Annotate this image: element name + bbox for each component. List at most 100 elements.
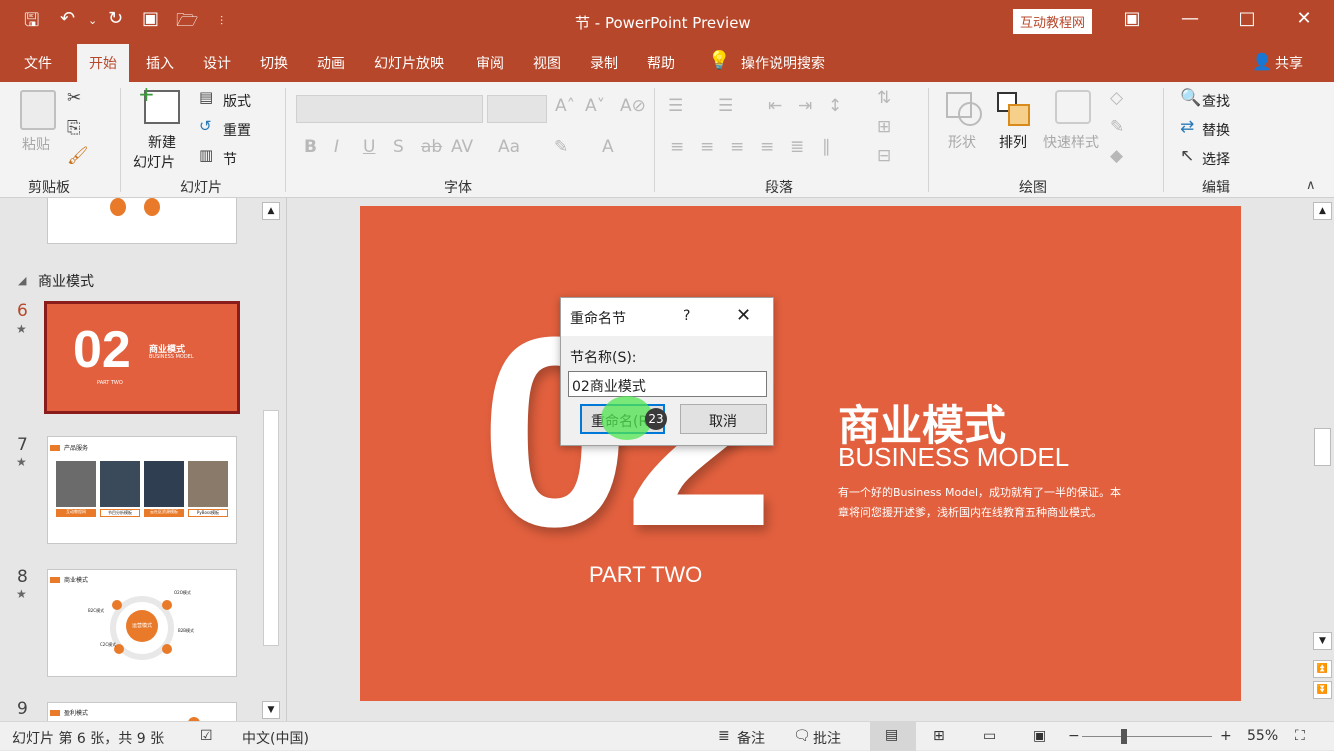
decrease-indent-icon[interactable]: ⇤: [768, 96, 782, 116]
slide-part-label[interactable]: PART TWO: [589, 562, 702, 588]
select-icon[interactable]: ↖: [1180, 146, 1194, 166]
format-painter-icon[interactable]: 🖌: [67, 146, 89, 166]
text-direction-icon[interactable]: ⇅: [877, 88, 891, 108]
new-slide-icon[interactable]: +: [138, 82, 180, 124]
scrollbar-thumb[interactable]: [263, 410, 279, 646]
open-folder-icon[interactable]: 🗁: [176, 8, 198, 38]
paste-icon[interactable]: [20, 90, 56, 130]
scroll-down-icon[interactable]: ▼: [262, 701, 280, 719]
zoom-slider[interactable]: [1082, 736, 1212, 737]
reset-icon[interactable]: ↺: [199, 117, 212, 135]
slideshow-icon[interactable]: ▣: [1033, 728, 1046, 744]
shape-outline-icon[interactable]: ✎: [1110, 117, 1124, 137]
tab-home[interactable]: 开始: [77, 44, 129, 82]
spellcheck-icon[interactable]: ☑: [200, 728, 213, 744]
section-button[interactable]: 节: [223, 149, 237, 169]
scroll-up-icon[interactable]: ▲: [262, 202, 280, 220]
slide-canvas[interactable]: 02 PART TWO 商业模式 BUSINESS MODEL 有一个好的Bus…: [360, 206, 1241, 701]
section-name-input[interactable]: 02商业模式: [568, 371, 767, 397]
quick-styles-icon[interactable]: [1055, 90, 1091, 124]
scrollbar-thumb[interactable]: [1314, 428, 1331, 466]
underline-icon[interactable]: U: [363, 137, 375, 157]
tab-insert[interactable]: 插入: [146, 53, 174, 73]
scroll-down-icon[interactable]: ▼: [1313, 632, 1332, 650]
change-case-icon[interactable]: Aa: [498, 137, 520, 157]
zoom-level[interactable]: 55%: [1247, 728, 1278, 744]
bullets-icon[interactable]: ☰: [668, 96, 683, 116]
zoom-out-icon[interactable]: −: [1068, 728, 1080, 744]
tab-slideshow[interactable]: 幻灯片放映: [374, 53, 444, 73]
slide-subtitle[interactable]: BUSINESS MODEL: [838, 442, 1069, 473]
slide-thumbnail-9[interactable]: 盈利模式: [47, 702, 237, 721]
customize-qat-icon[interactable]: ⫶: [220, 14, 223, 29]
shape-effects-icon[interactable]: ◆: [1110, 146, 1123, 166]
replace-icon[interactable]: ⇄: [1180, 117, 1194, 137]
ribbon-display-icon[interactable]: ▣: [1117, 8, 1147, 29]
align-text-icon[interactable]: ⊞: [877, 117, 891, 137]
redo-icon[interactable]: ↻: [108, 8, 123, 29]
language-indicator[interactable]: 中文(中国): [242, 728, 309, 748]
copy-icon[interactable]: ⎘: [67, 118, 81, 138]
zoom-slider-thumb[interactable]: [1121, 729, 1127, 744]
replace-button[interactable]: 替换: [1202, 120, 1230, 140]
dialog-close-icon[interactable]: ✕: [736, 305, 751, 326]
cut-icon[interactable]: ✂: [67, 88, 81, 108]
notes-icon[interactable]: ≣: [718, 728, 730, 744]
save-icon[interactable]: 🖫: [24, 8, 39, 38]
slide-sorter-icon[interactable]: ⊞: [933, 728, 945, 744]
align-left-icon[interactable]: ≡: [670, 137, 684, 157]
reading-view-icon[interactable]: ▭: [983, 728, 996, 744]
align-center-icon[interactable]: ≡: [700, 137, 714, 157]
tell-me-search[interactable]: 操作说明搜索: [741, 53, 825, 73]
shadow-icon[interactable]: S: [393, 137, 404, 157]
clear-format-icon[interactable]: A⊘: [620, 96, 646, 116]
tab-help[interactable]: 帮助: [647, 53, 675, 73]
share-icon[interactable]: 👤: [1252, 52, 1272, 71]
fit-to-window-icon[interactable]: ⛶: [1295, 728, 1305, 744]
previous-slide-icon[interactable]: ⏫: [1313, 660, 1332, 678]
bold-icon[interactable]: B: [304, 137, 317, 157]
find-button[interactable]: 查找: [1202, 91, 1230, 111]
arrange-button[interactable]: 排列: [999, 132, 1027, 152]
scroll-up-icon[interactable]: ▲: [1313, 202, 1332, 220]
present-icon[interactable]: ▣: [142, 8, 159, 29]
smartart-icon[interactable]: ⊟: [877, 146, 891, 166]
slide-thumbnail-8[interactable]: 商业模式 运营模式 B2C模式 O2O模式 C2C模式 B2B模式: [47, 569, 237, 677]
distribute-icon[interactable]: ≣: [790, 137, 804, 157]
highlight-icon[interactable]: ✎: [554, 137, 568, 157]
find-icon[interactable]: 🔍: [1180, 88, 1201, 108]
minimize-icon[interactable]: —: [1175, 8, 1205, 29]
slide-thumbnail-5[interactable]: [47, 198, 237, 244]
slide-description-line-1[interactable]: 有一个好的Business Model，成功就有了一半的保证。本: [838, 484, 1121, 500]
layout-button[interactable]: 版式: [223, 91, 251, 111]
reset-button[interactable]: 重置: [223, 120, 251, 140]
line-spacing-icon[interactable]: ↕: [828, 96, 842, 116]
slide-thumbnail-7[interactable]: 产品服务 互动教程网 节目分析模板 云社区资源模板 PyBoss模板: [47, 436, 237, 544]
thumbnails-scrollbar[interactable]: ▲ ▼: [262, 200, 280, 720]
quick-styles-button[interactable]: 快速样式: [1043, 132, 1099, 152]
italic-icon[interactable]: I: [334, 137, 339, 157]
new-slide-label-2[interactable]: 幻灯片: [133, 152, 175, 172]
pane-divider[interactable]: [286, 198, 287, 721]
layout-icon[interactable]: ▤: [199, 88, 213, 106]
font-name-select[interactable]: [296, 95, 483, 123]
tab-record[interactable]: 录制: [590, 53, 618, 73]
font-color-icon[interactable]: A: [602, 137, 614, 157]
cancel-button[interactable]: 取消: [680, 404, 767, 434]
char-spacing-icon[interactable]: AV: [451, 137, 473, 157]
columns-icon[interactable]: ∥: [822, 137, 831, 157]
comments-button[interactable]: 批注: [813, 728, 841, 748]
new-slide-label-1[interactable]: 新建: [148, 132, 176, 152]
share-button[interactable]: 共享: [1275, 53, 1303, 73]
decrease-font-icon[interactable]: A˅: [585, 96, 605, 116]
font-size-select[interactable]: [487, 95, 547, 123]
normal-view-button[interactable]: ▤: [870, 722, 916, 751]
comments-icon[interactable]: 🗨: [793, 728, 811, 744]
tab-file[interactable]: 文件: [24, 53, 52, 73]
collapse-ribbon-icon[interactable]: ∧: [1306, 178, 1316, 193]
tab-design[interactable]: 设计: [203, 53, 231, 73]
canvas-scrollbar[interactable]: ▲ ▼ ⏫ ⏬: [1313, 200, 1332, 720]
align-right-icon[interactable]: ≡: [730, 137, 744, 157]
help-icon[interactable]: ?: [683, 308, 690, 324]
increase-font-icon[interactable]: A˄: [555, 96, 575, 116]
